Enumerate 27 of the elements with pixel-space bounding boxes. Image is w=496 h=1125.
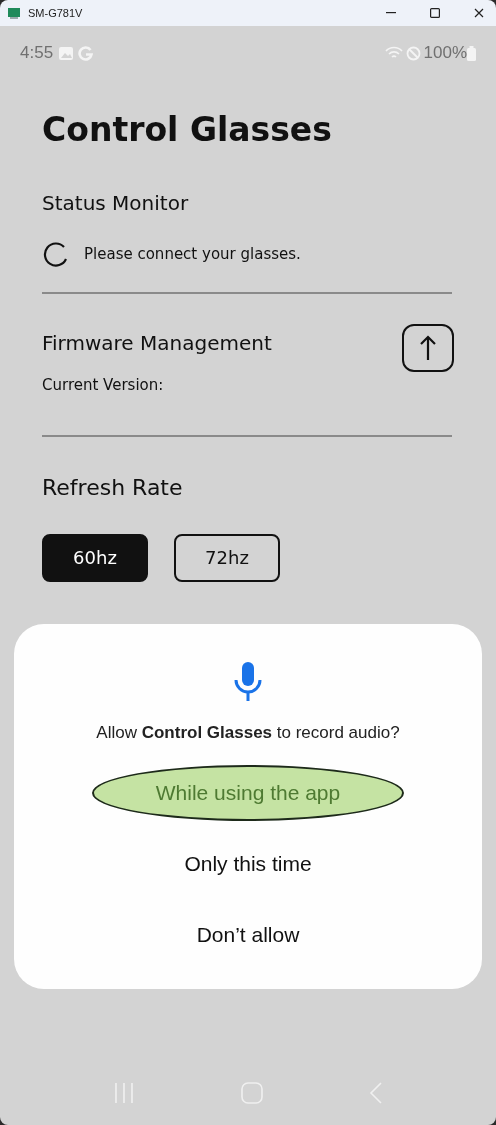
do-not-disturb-icon: [405, 45, 421, 61]
status-time: 4:55: [20, 42, 54, 65]
g-icon: [78, 45, 94, 61]
maximize-icon[interactable]: [430, 8, 440, 18]
status-message: Please connect your glasses.: [84, 243, 301, 265]
permission-option[interactable]: Don’t allow: [92, 907, 404, 963]
microphone-icon: [233, 661, 263, 702]
section-heading: Refresh Rate: [42, 473, 184, 502]
upload-button[interactable]: [402, 324, 454, 372]
permission-option[interactable]: While using the app: [92, 765, 404, 821]
section-heading: Firmware Management: [42, 330, 273, 357]
battery-level: 100%: [423, 42, 467, 65]
refresh-rate-option[interactable]: 60hz: [42, 533, 148, 582]
current-version-label: Current Version:: [42, 375, 165, 396]
battery-icon: [467, 45, 476, 61]
permission-prompt: Allow Control Glasses to record audio?: [96, 721, 400, 744]
wifi-icon: [384, 46, 403, 60]
window-title: SM-G781V: [28, 5, 83, 21]
minimize-icon[interactable]: [386, 12, 396, 14]
refresh-rate-option[interactable]: 72hz: [174, 533, 280, 582]
section-heading: Status Monitor: [42, 190, 190, 217]
loading-spinner-icon: [42, 240, 70, 268]
permission-option[interactable]: Only this time: [92, 836, 404, 892]
app-title: Control Glasses: [42, 110, 333, 150]
up-arrow-icon: [420, 335, 436, 361]
close-icon[interactable]: [474, 8, 484, 18]
image-icon: [59, 46, 74, 60]
